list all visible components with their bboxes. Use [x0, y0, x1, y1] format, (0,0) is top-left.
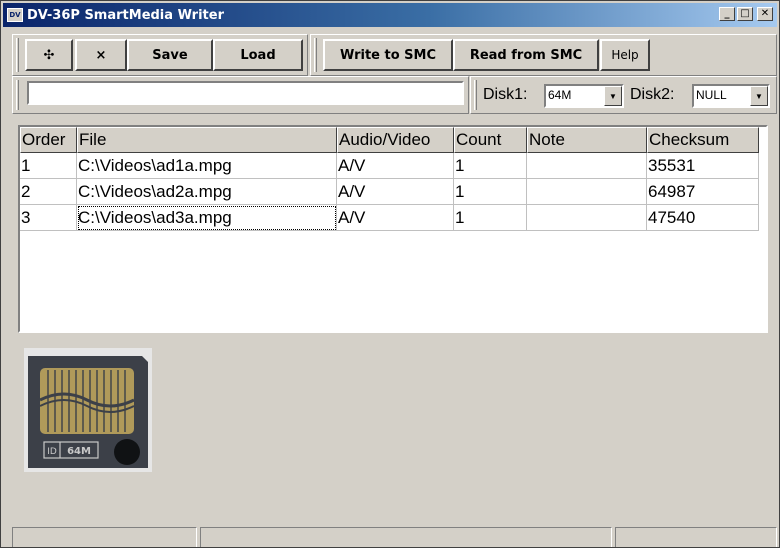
- cell-count: 1: [454, 179, 527, 205]
- column-header-note[interactable]: Note: [527, 127, 647, 153]
- read-from-smc-button[interactable]: Read from SMC: [453, 39, 599, 71]
- load-button[interactable]: Load: [213, 39, 303, 71]
- toolbar-grip[interactable]: [16, 38, 19, 72]
- column-header-count[interactable]: Count: [454, 127, 527, 153]
- cell-count: 1: [454, 205, 527, 231]
- help-button[interactable]: Help: [600, 39, 650, 71]
- status-panel-1: [12, 527, 197, 547]
- smartmedia-card-icon: ID 64M: [28, 356, 148, 468]
- column-header-audio-video[interactable]: Audio/Video: [337, 127, 454, 153]
- file-list[interactable]: Order File Audio/Video Count Note Checks…: [18, 125, 768, 333]
- title-bar[interactable]: DV DV-36P SmartMedia Writer _ □ ✕: [3, 3, 777, 27]
- maximize-button[interactable]: □: [737, 7, 753, 21]
- cell-file: C:\Videos\ad3a.mpg: [77, 205, 337, 231]
- disk1-label: Disk1:: [483, 86, 528, 103]
- toolbar-grip[interactable]: [314, 38, 317, 72]
- cell-file: C:\Videos\ad2a.mpg: [77, 179, 337, 205]
- disk1-value: 64M: [548, 88, 572, 102]
- cell-order: 3: [20, 205, 77, 231]
- disk2-value: NULL: [696, 88, 727, 102]
- cell-checksum: 35531: [647, 153, 759, 179]
- cell-order: 2: [20, 179, 77, 205]
- column-header-order[interactable]: Order: [20, 127, 77, 153]
- disk2-select[interactable]: NULL ▼: [692, 84, 770, 108]
- save-button[interactable]: Save: [127, 39, 213, 71]
- column-header-checksum[interactable]: Checksum: [647, 127, 759, 153]
- cell-order: 1: [20, 153, 77, 179]
- column-header-file[interactable]: File: [77, 127, 337, 153]
- table-row[interactable]: 1 C:\Videos\ad1a.mpg A/V 1 35531: [20, 153, 760, 179]
- cell-audio-video: A/V: [337, 153, 454, 179]
- disk1-select[interactable]: 64M ▼: [544, 84, 624, 108]
- chevron-down-icon[interactable]: ▼: [604, 86, 622, 106]
- cell-count: 1: [454, 153, 527, 179]
- table-row[interactable]: 3 C:\Videos\ad3a.mpg A/V 1 47540: [20, 205, 760, 231]
- toolbar-grip[interactable]: [474, 80, 477, 110]
- cell-file: C:\Videos\ad1a.mpg: [77, 153, 337, 179]
- cell-note: [527, 205, 647, 231]
- remove-file-button[interactable]: ×: [75, 39, 127, 71]
- chevron-down-icon[interactable]: ▼: [750, 86, 768, 106]
- table-row[interactable]: 2 C:\Videos\ad2a.mpg A/V 1 64987: [20, 179, 760, 205]
- card-id-text: ID: [47, 447, 57, 457]
- cell-audio-video: A/V: [337, 205, 454, 231]
- close-button[interactable]: ✕: [757, 7, 773, 21]
- window-controls: _ □ ✕: [719, 7, 773, 21]
- cell-note: [527, 179, 647, 205]
- disk2-label: Disk2:: [630, 86, 675, 103]
- path-input[interactable]: [27, 81, 464, 105]
- cell-checksum: 47540: [647, 205, 759, 231]
- app-icon[interactable]: DV: [7, 8, 23, 22]
- minimize-button[interactable]: _: [719, 7, 735, 21]
- window-title: DV-36P SmartMedia Writer: [27, 7, 224, 23]
- cell-note: [527, 153, 647, 179]
- cell-checksum: 64987: [647, 179, 759, 205]
- add-file-button[interactable]: ✣: [25, 39, 73, 71]
- cell-audio-video: A/V: [337, 179, 454, 205]
- status-panel-2: [200, 527, 612, 547]
- card-capacity-label: 64M: [67, 446, 91, 457]
- toolbar-grip[interactable]: [16, 80, 19, 110]
- write-to-smc-button[interactable]: Write to SMC: [323, 39, 453, 71]
- smartmedia-card-image: ID 64M: [24, 348, 152, 472]
- status-panel-3: [615, 527, 777, 547]
- app-window: DV DV-36P SmartMedia Writer _ □ ✕ ✣ × Sa…: [0, 0, 780, 548]
